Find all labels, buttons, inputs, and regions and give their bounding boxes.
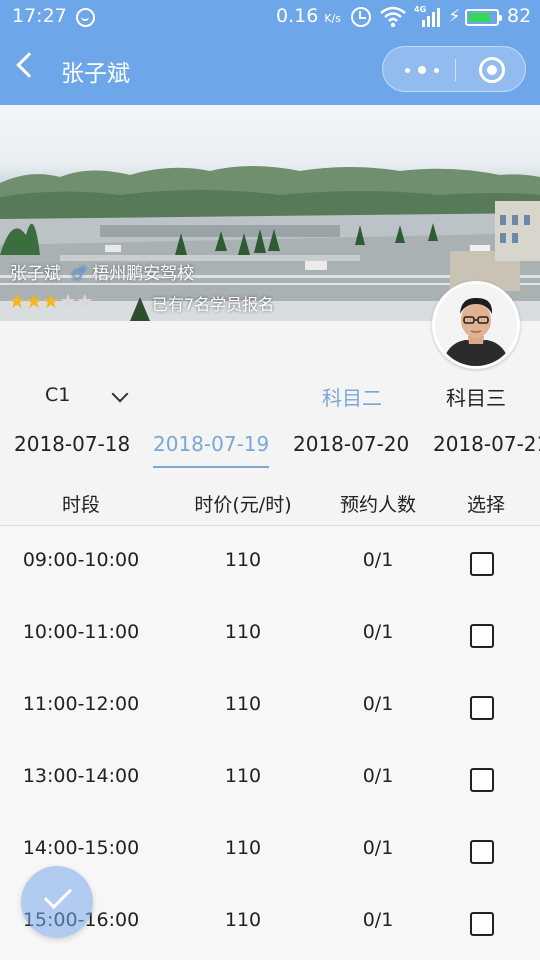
- status-time: 17:27: [12, 5, 67, 27]
- star-icon: ★: [41, 289, 60, 313]
- mini-program-capsule: [382, 46, 526, 92]
- chevron-down-icon[interactable]: [111, 385, 129, 403]
- price-cell: 110: [224, 837, 262, 859]
- table-row: 10:00-11:00 110 0/1: [0, 598, 540, 670]
- star-icon: ★: [24, 289, 43, 313]
- star-icon: ★: [58, 289, 77, 313]
- male-icon: ♂: [71, 264, 87, 284]
- back-icon[interactable]: [16, 52, 42, 78]
- date-tab[interactable]: 2018-07-21: [433, 432, 540, 468]
- tab-subject-two[interactable]: 科目二: [322, 382, 382, 411]
- check-icon: [43, 880, 73, 910]
- price-cell: 110: [224, 909, 262, 931]
- date-tab[interactable]: 2018-07-19: [153, 432, 270, 468]
- coach-portrait: [435, 284, 517, 366]
- header-select: 选择: [466, 494, 506, 516]
- date-tab[interactable]: 2018-07-18: [14, 432, 130, 468]
- tab-subject-three[interactable]: 科目三: [446, 382, 506, 411]
- price-cell: 110: [224, 549, 262, 571]
- checkbox-icon[interactable]: [470, 552, 494, 576]
- alarm-icon: [351, 7, 371, 27]
- time-slot-cell: 10:00-11:00: [22, 621, 140, 643]
- close-target-icon[interactable]: [479, 57, 505, 83]
- header-booked: 预约人数: [339, 494, 417, 516]
- booked-cell: 0/1: [362, 837, 394, 859]
- checkbox-icon[interactable]: [470, 840, 494, 864]
- status-bar: 17:27 0.16 K/s 4G ⚡ 82: [0, 0, 540, 34]
- header-price: 时价(元/时): [194, 494, 292, 516]
- date-tabs: 2018-07-18 2018-07-19 2018-07-20 2018-07…: [0, 432, 540, 472]
- checkbox-icon[interactable]: [470, 624, 494, 648]
- battery-fill: [469, 13, 491, 22]
- checkbox-icon[interactable]: [470, 696, 494, 720]
- avatar[interactable]: [432, 281, 520, 369]
- booked-cell: 0/1: [362, 549, 394, 571]
- network-speed-unit: K/s: [324, 12, 342, 25]
- checkbox-icon[interactable]: [470, 912, 494, 936]
- confirm-button[interactable]: [21, 866, 93, 938]
- signal-icon: 4G: [414, 5, 442, 28]
- table-header: 时段 时价(元/时) 预约人数 选择: [0, 482, 540, 526]
- star-icon: ★: [8, 289, 26, 313]
- date-tab[interactable]: 2018-07-20: [293, 432, 409, 468]
- booked-cell: 0/1: [362, 909, 394, 931]
- coach-name: 张子斌: [10, 264, 61, 284]
- booked-cell: 0/1: [362, 621, 394, 643]
- chat-icon: [76, 8, 95, 27]
- license-type[interactable]: C1: [45, 384, 70, 406]
- time-slot-cell: 09:00-10:00: [22, 549, 140, 571]
- network-speed-value: 0.16: [276, 5, 319, 27]
- price-cell: 110: [224, 765, 262, 787]
- table-row: 09:00-10:00 110 0/1: [0, 526, 540, 598]
- time-slot-cell: 14:00-15:00: [22, 837, 140, 859]
- checkbox-icon[interactable]: [470, 768, 494, 792]
- battery-icon: [465, 9, 502, 26]
- more-icon[interactable]: [401, 47, 455, 93]
- price-cell: 110: [224, 693, 262, 715]
- network-speed: 0.16 K/s: [276, 5, 341, 27]
- charging-icon: ⚡: [448, 6, 461, 27]
- nav-bar: 张子斌: [0, 34, 540, 105]
- battery-percent: 82: [507, 5, 532, 27]
- price-cell: 110: [224, 621, 262, 643]
- time-slot-cell: 13:00-14:00: [22, 765, 140, 787]
- enrolled-count: 已有7名学员报名: [152, 295, 275, 314]
- table-row: 13:00-14:00 110 0/1: [0, 742, 540, 814]
- wifi-icon: [380, 6, 406, 28]
- time-slot-cell: 11:00-12:00: [22, 693, 140, 715]
- booked-cell: 0/1: [362, 693, 394, 715]
- page-title: 张子斌: [61, 61, 130, 87]
- table-row: 11:00-12:00 110 0/1: [0, 670, 540, 742]
- header-time-slot: 时段: [61, 494, 101, 516]
- capsule-divider: [455, 59, 456, 81]
- booked-cell: 0/1: [362, 765, 394, 787]
- star-icon: ★: [75, 289, 94, 313]
- coach-info-line: 张子斌 ♂ 梧州鹏安驾校: [10, 259, 194, 284]
- school-name: 梧州鹏安驾校: [92, 264, 195, 284]
- rating-stars: ★★★★★: [8, 289, 94, 313]
